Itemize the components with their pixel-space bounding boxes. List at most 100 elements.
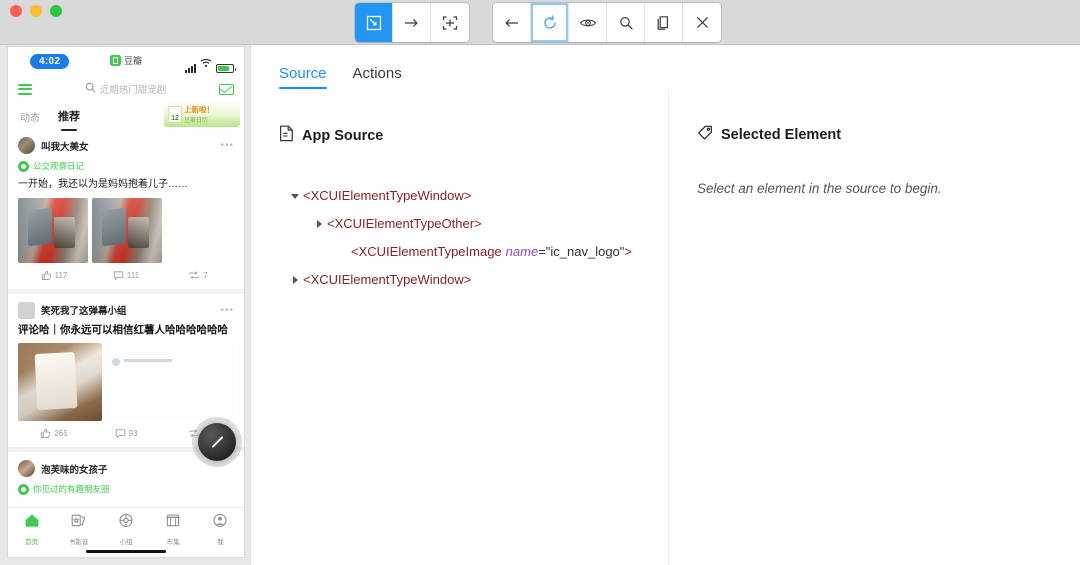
group-badge-icon: [18, 483, 29, 495]
status-indicators: [185, 55, 236, 73]
promo-text: 上新啦！ 豆瓣日历: [184, 104, 214, 124]
post-stats: 117 111 7: [18, 263, 234, 289]
like-stat[interactable]: 117: [18, 270, 90, 281]
device-screen-pane: 4:02 豆瓣 近期热门甜宠剧 动态 推荐 12 上新啦！ 豆瓣日历 叫我大美女…: [0, 45, 250, 565]
quit-session-button[interactable]: [683, 3, 721, 42]
status-time: 4:02: [30, 54, 70, 69]
app-source-title: App Source: [302, 127, 384, 144]
chevron-down-icon[interactable]: [287, 193, 303, 199]
comment-bubble-icon: [113, 270, 124, 281]
tree-node-tag-close: >: [624, 244, 632, 259]
inspector-pane: Source Actions App Source <XCUIElementTy…: [250, 45, 1080, 565]
tree-node-attr-eq: =: [538, 244, 546, 259]
recording-button[interactable]: [569, 3, 607, 42]
tree-node-tag: <XCUIElementTypeWindow>: [303, 188, 472, 203]
inspector-body: App Source <XCUIElementTypeWindow> <XCUI…: [251, 89, 1080, 565]
inspector-tabs: Source Actions: [251, 45, 1080, 89]
post-images[interactable]: [18, 197, 234, 263]
window-titlebar: [0, 0, 1080, 45]
tab-actions[interactable]: Actions: [353, 65, 402, 89]
chevron-right-icon[interactable]: [287, 276, 303, 284]
post-image-thumbnail[interactable]: [18, 343, 102, 422]
app-source-panel: App Source <XCUIElementTypeWindow> <XCUI…: [251, 89, 669, 565]
comment-stat[interactable]: 93: [90, 428, 162, 439]
tabbar-item-home[interactable]: 首页: [8, 513, 55, 557]
ellipsis-icon[interactable]: •••: [220, 305, 234, 316]
post-image-thumbnail[interactable]: [18, 197, 88, 263]
comment-count: 93: [128, 429, 138, 439]
eye-icon: [579, 16, 597, 30]
post-group-tag[interactable]: 你见过的有趣朋友圈: [18, 483, 234, 495]
tree-node-tag: <XCUIElementTypeImage: [351, 244, 502, 259]
tree-node[interactable]: <XCUIElementTypeWindow>: [279, 182, 640, 210]
source-tree[interactable]: <XCUIElementTypeWindow> <XCUIElementType…: [279, 182, 640, 294]
close-x-icon: [695, 15, 710, 30]
post-images[interactable]: [18, 343, 234, 440]
douban-tab-dongtai[interactable]: 动态: [20, 109, 40, 124]
envelope-icon[interactable]: [219, 83, 234, 95]
hamburger-menu-icon[interactable]: [18, 83, 32, 95]
tree-node[interactable]: <XCUIElementTypeOther>: [279, 210, 640, 238]
minimize-window-button[interactable]: [30, 5, 42, 17]
maximize-window-button[interactable]: [50, 5, 62, 17]
search-placeholder: 近期热门甜宠剧: [99, 85, 167, 96]
post-username[interactable]: 叫我大美女: [41, 139, 89, 153]
douban-tab-tuijian[interactable]: 推荐: [58, 108, 80, 124]
post-group-tag[interactable]: 公交观察日记: [18, 160, 234, 172]
search-button[interactable]: [607, 3, 645, 42]
refresh-source-button[interactable]: [531, 3, 569, 42]
post-group-name: 你见过的有趣朋友圈: [33, 484, 110, 495]
feed-post[interactable]: 叫我大美女 ••• 公交观察日记 一开始，我还以为是妈妈抱着儿子…… 117 1…: [8, 129, 244, 294]
tab-source[interactable]: Source: [279, 65, 327, 89]
like-stat[interactable]: 265: [18, 428, 90, 439]
like-count: 117: [54, 270, 68, 280]
like-count: 265: [54, 429, 68, 439]
repost-stat[interactable]: 7: [162, 270, 234, 281]
tree-node[interactable]: <XCUIElementTypeWindow>: [279, 266, 640, 294]
chevron-right-icon[interactable]: [311, 220, 327, 228]
post-header: 叫我大美女 •••: [18, 137, 234, 154]
tap-by-coordinates-tool[interactable]: [431, 3, 469, 42]
post-username[interactable]: 泡芙味的女孩子: [41, 462, 108, 476]
tree-node-tag: <XCUIElementTypeWindow>: [303, 272, 472, 287]
selected-element-title: Selected Element: [721, 127, 842, 143]
ios-status-bar: 4:02 豆瓣: [8, 47, 244, 75]
post-text: 一开始，我还以为是妈妈抱着儿子……: [18, 179, 188, 190]
douban-feed-list[interactable]: 叫我大美女 ••• 公交观察日记 一开始，我还以为是妈妈抱着儿子…… 117 1…: [8, 129, 244, 533]
selected-element-empty-message: Select an element in the source to begin…: [697, 181, 942, 196]
douban-tabbar: 首页 书影音 小组 市集 我: [8, 507, 244, 557]
select-element-tool[interactable]: [355, 3, 393, 42]
post-group-name: 公交观察日记: [33, 161, 85, 171]
post-header: 笑死我了这弹幕小组 •••: [18, 301, 234, 319]
main-content: 4:02 豆瓣 近期热门甜宠剧 动态 推荐 12 上新啦！ 豆瓣日历 叫我大美女…: [0, 45, 1080, 565]
post-title: 评论哈｜你永远可以相信红薯人哈哈哈哈哈哈: [18, 323, 228, 336]
avatar[interactable]: [18, 301, 35, 319]
promo-banner[interactable]: 12 上新啦！ 豆瓣日历: [164, 101, 240, 127]
back-button[interactable]: [493, 3, 531, 42]
appium-inspector-window: 4:02 豆瓣 近期热门甜宠剧 动态 推荐 12 上新啦！ 豆瓣日历 叫我大美女…: [0, 0, 1080, 565]
device-mirror[interactable]: 4:02 豆瓣 近期热门甜宠剧 动态 推荐 12 上新啦！ 豆瓣日历 叫我大美女…: [8, 47, 244, 557]
douban-feed-tabs: 动态 推荐 12 上新啦！ 豆瓣日历: [8, 101, 244, 129]
crosshair-frame-icon: [442, 15, 458, 31]
selected-element-panel: Selected Element Select an element in th…: [669, 89, 1080, 565]
post-screenshot-thumbnail[interactable]: [106, 343, 234, 440]
arrow-left-icon: [503, 16, 520, 30]
repost-count: 7: [203, 270, 208, 280]
tabbar-item-profile[interactable]: 我: [197, 513, 244, 557]
post-image-thumbnail[interactable]: [92, 197, 162, 263]
douban-search-bar[interactable]: 近期热门甜宠剧: [40, 82, 211, 96]
avatar[interactable]: [18, 460, 35, 478]
post-username[interactable]: 笑死我了这弹幕小组: [41, 303, 127, 317]
promo-line-1: 上新啦！: [184, 105, 214, 114]
swipe-tool[interactable]: [393, 3, 431, 42]
comment-stat[interactable]: 111: [90, 270, 162, 281]
tabbar-label-media: 书影音: [69, 539, 89, 546]
post-header: 泡芙味的女孩子: [18, 460, 234, 478]
avatar[interactable]: [18, 137, 35, 154]
close-window-button[interactable]: [10, 5, 22, 17]
compose-button[interactable]: [198, 423, 236, 461]
tree-node[interactable]: <XCUIElementTypeImage name = "ic_nav_log…: [279, 238, 640, 266]
copy-source-button[interactable]: [645, 3, 683, 42]
ellipsis-icon[interactable]: •••: [220, 140, 234, 151]
profile-icon: [212, 513, 228, 533]
